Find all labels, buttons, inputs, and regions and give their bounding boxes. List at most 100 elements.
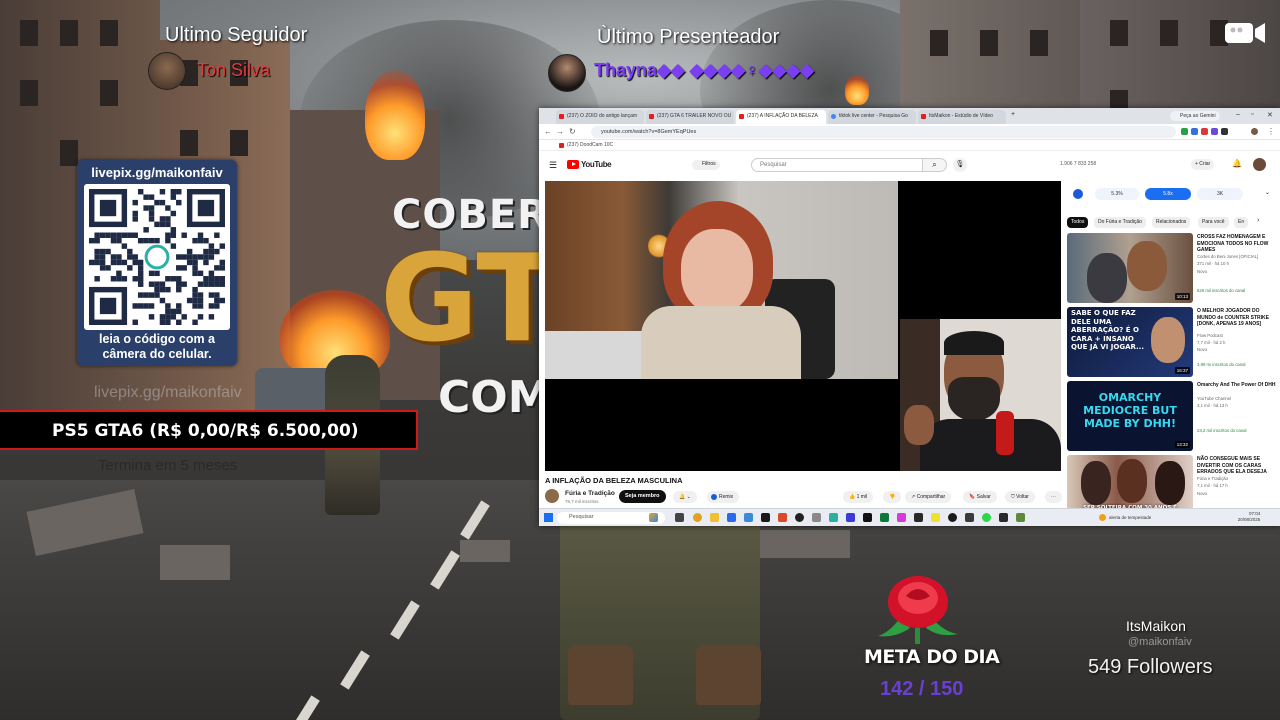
chip-channel[interactable]: Do Fúria e Tradição	[1094, 217, 1146, 228]
windows-start-icon[interactable]	[544, 513, 553, 522]
video-channel: Cortes do Beni Jones [OFICIAL]	[1197, 254, 1259, 259]
app-icon[interactable]	[1016, 513, 1025, 522]
app-icon[interactable]	[761, 513, 770, 522]
app-icon[interactable]	[965, 513, 974, 522]
channel-name: ItsMaikon	[1126, 618, 1186, 634]
app-icon[interactable]	[795, 513, 804, 522]
app-icon[interactable]	[982, 513, 991, 522]
app-icon[interactable]	[744, 513, 753, 522]
stat-pill[interactable]: 5.3%	[1095, 188, 1139, 200]
taskbar-clock[interactable]: 07:04 20/08/2025	[1238, 511, 1261, 523]
app-icon[interactable]	[846, 513, 855, 522]
chip-for-you[interactable]: Para você	[1198, 217, 1229, 228]
more-menu-icon[interactable]: ⋮	[1267, 127, 1275, 136]
notifications-bell-icon[interactable]: 🔔	[1232, 159, 1242, 168]
reload-icon[interactable]: ↻	[569, 127, 576, 136]
video-player[interactable]	[545, 181, 1061, 471]
channel-avatar[interactable]	[545, 489, 559, 503]
chrome-icon[interactable]	[693, 513, 702, 522]
minimize-button[interactable]: –	[1236, 111, 1240, 118]
stat-pill[interactable]: 3K	[1197, 188, 1243, 200]
voice-button[interactable]: ⛉ Voltar	[1005, 491, 1035, 503]
extension-icon[interactable]	[1191, 128, 1198, 135]
extension-icon[interactable]	[1221, 128, 1228, 135]
qr-caption: leia o código com a câmera do celular.	[77, 332, 237, 362]
extension-icon[interactable]	[1201, 128, 1208, 135]
pip-body	[920, 419, 1061, 471]
extension-icon[interactable]	[1181, 128, 1188, 135]
browser-window[interactable]: (237) O ZOIO do antigo lançam (237) GTA …	[539, 108, 1280, 526]
extension-icon[interactable]	[1211, 128, 1218, 135]
menu-icon[interactable]: ☰	[549, 160, 557, 171]
gemini-button[interactable]: Peça ao Gemini	[1170, 111, 1220, 121]
forward-icon[interactable]: →	[556, 127, 564, 136]
app-icon[interactable]	[931, 513, 940, 522]
debris	[760, 530, 850, 558]
browser-tab[interactable]: (237) GTA 6 TRAILER NOVO OU	[646, 110, 734, 124]
browser-tab-active[interactable]: (237) A INFLAÇÃO DA BELEZA	[736, 110, 826, 124]
chevron-down-icon[interactable]: ⌄	[1265, 189, 1270, 196]
thumbs-up-icon: 👍	[849, 494, 857, 500]
video-duration: 16:37	[1174, 367, 1190, 374]
app-icon[interactable]	[829, 513, 838, 522]
stat-pill-active[interactable]: 5.8x	[1145, 188, 1191, 200]
livepix-qr-card[interactable]: livepix.gg/maikonfaiv leia o código com …	[77, 160, 237, 366]
more-actions-icon[interactable]: ⋯	[1045, 491, 1062, 503]
browser-tab[interactable]: tiktok live center - Pesquisa Go	[828, 110, 916, 124]
app-icon[interactable]	[999, 513, 1008, 522]
ultimo-seguidor-label: Ultimo Seguidor	[165, 24, 308, 46]
copilot-icon[interactable]	[649, 513, 658, 522]
app-icon[interactable]	[914, 513, 923, 522]
notification-toggle-icon[interactable]: 🔔 ⌄	[673, 491, 697, 503]
explorer-icon[interactable]	[710, 513, 719, 522]
recommended-video[interactable]: SABE O QUE FAZ DELE UMA ABERRAÇÃO? É O C…	[1067, 307, 1275, 377]
app-icon[interactable]	[863, 513, 872, 522]
youtube-logo-icon[interactable]	[567, 160, 579, 169]
search-input[interactable]: Pesquisar	[751, 158, 923, 172]
remix-button[interactable]: Remix	[707, 491, 740, 503]
store-icon[interactable]	[727, 513, 736, 522]
channel-name-link[interactable]: Fúria e Tradição	[565, 490, 615, 497]
tab-label: (237) GTA 6 TRAILER NOVO OU	[657, 113, 732, 119]
share-button[interactable]: ↗ Compartilhar	[905, 491, 952, 503]
thumb-person	[1087, 253, 1127, 303]
bookmark-item[interactable]: (237) DoodCam 10C	[559, 142, 613, 148]
app-icon[interactable]	[948, 513, 957, 522]
browser-tab[interactable]: (237) O ZOIO do antigo lançam	[556, 110, 644, 124]
chip-more[interactable]: En	[1234, 217, 1249, 228]
recommended-video[interactable]: OMARCHY MEDIOCRE BUT MADE BY DHH! 13:32 …	[1067, 381, 1275, 451]
app-icon[interactable]	[778, 513, 787, 522]
dislike-button[interactable]: 👎	[883, 491, 902, 503]
app-icon[interactable]	[880, 513, 889, 522]
app-icon[interactable]	[897, 513, 906, 522]
last-gifter-name: Thayna◆◆ ◆◆◆◆♀◆◆◆◆	[594, 60, 814, 80]
video-thumbnail: 10:13	[1067, 233, 1193, 303]
qr-code	[84, 184, 230, 330]
chip-related[interactable]: Relacionados	[1152, 217, 1191, 228]
maximize-button[interactable]: ▫	[1251, 111, 1253, 118]
chip-all[interactable]: Todos	[1067, 217, 1089, 228]
url-input[interactable]: youtube.com/watch?v=8GemYEqPUes	[591, 126, 1176, 138]
back-icon[interactable]: ←	[544, 127, 552, 136]
pip-hand	[904, 405, 934, 445]
join-member-button[interactable]: Seja membro	[619, 490, 666, 503]
recommended-video[interactable]: 10:13 CROSS FAZ HOMENAGEM E EMOCIONA TOD…	[1067, 233, 1275, 303]
microphone-icon[interactable]: 🎙	[953, 158, 967, 172]
save-button[interactable]: 🔖 Salvar	[963, 491, 997, 503]
like-button[interactable]: 👍 1 mil	[843, 491, 874, 503]
extension-stats: 1.906 7 833 258	[1060, 161, 1097, 167]
chevron-right-icon[interactable]: ›	[1257, 217, 1259, 224]
filters-button[interactable]: Filtros	[692, 160, 720, 170]
create-button[interactable]: + Criar	[1191, 159, 1215, 170]
weather-text[interactable]: alerta de tempestade	[1109, 515, 1151, 520]
profile-icon[interactable]	[1251, 128, 1258, 135]
app-icon[interactable]	[812, 513, 821, 522]
thumbnail-caption: OMARCHY MEDIOCRE BUT MADE BY DHH!	[1083, 391, 1177, 430]
youtube-wordmark[interactable]: YouTube	[581, 160, 612, 169]
taskview-icon[interactable]	[675, 513, 684, 522]
search-icon[interactable]: ⌕	[923, 158, 947, 172]
browser-tab[interactable]: ItsMaikon - Estúdio de Vídeo	[918, 110, 1006, 124]
account-avatar[interactable]	[1253, 158, 1266, 171]
new-tab-button[interactable]: +	[1011, 111, 1015, 118]
close-button[interactable]: ✕	[1267, 111, 1273, 119]
